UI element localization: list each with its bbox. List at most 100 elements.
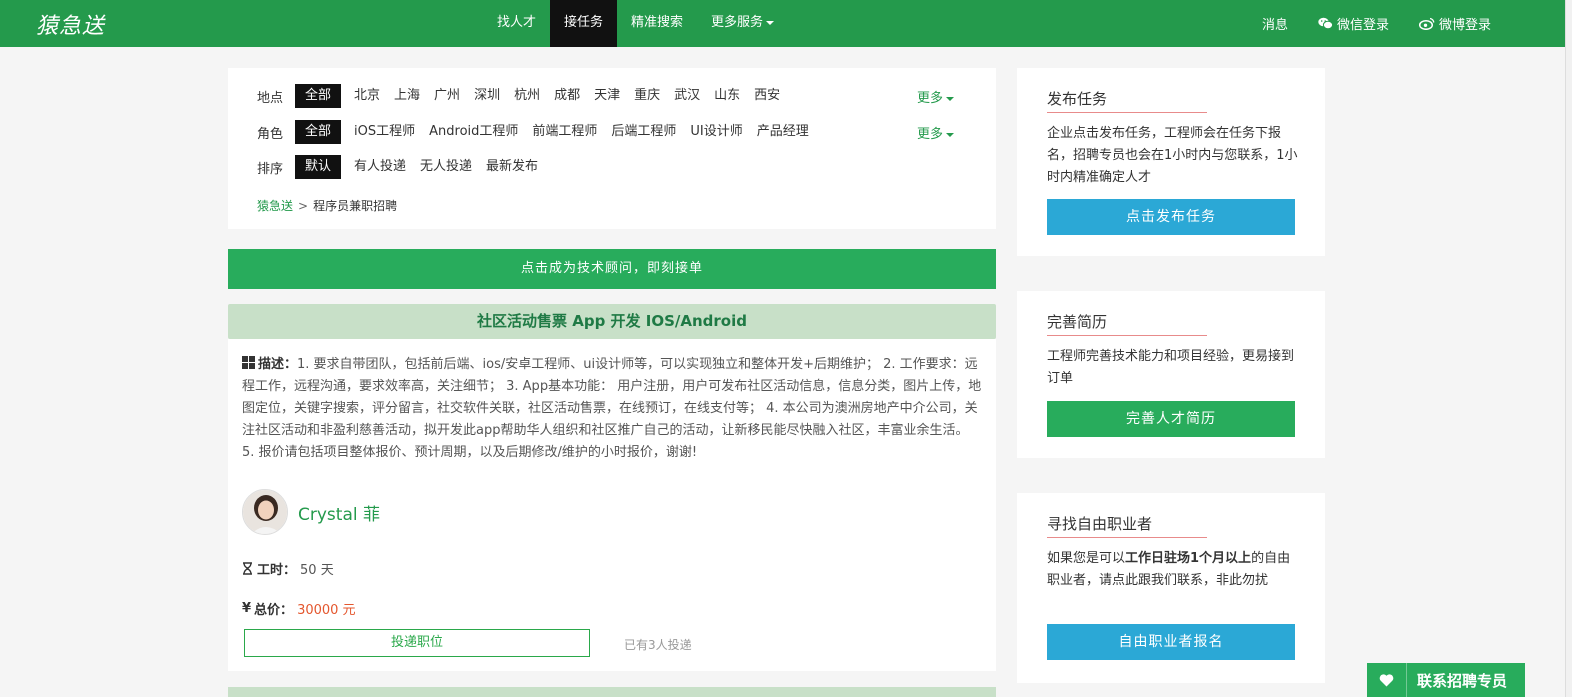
- wechat-login-link[interactable]: 微信登录: [1318, 14, 1389, 33]
- header-right-links: 消息 微信登录 微博登录: [1262, 0, 1491, 47]
- publish-task-title: 发布任务: [1047, 90, 1108, 108]
- role-more-label: 更多: [917, 127, 944, 142]
- freelancer-title: 寻找自由职业者: [1047, 515, 1153, 533]
- freelancer-text-pre: 如果您是可以: [1047, 551, 1126, 566]
- caret-down-icon: [766, 20, 775, 25]
- duration-value: 50 天: [300, 563, 334, 578]
- wechat-login-label: 微信登录: [1336, 18, 1389, 33]
- price-value: 30000 元: [297, 603, 356, 618]
- heart-icon: [1367, 663, 1407, 697]
- avatar[interactable]: [242, 489, 288, 535]
- wechat-icon: [1318, 17, 1333, 30]
- next-job-title-bar: [228, 687, 996, 697]
- price-label: 总价：: [254, 603, 294, 618]
- nav-find-talent[interactable]: 找人才: [483, 0, 550, 47]
- location-option[interactable]: 深圳: [467, 84, 507, 108]
- job-description: 描述：1. 要求自带团队，包括前后端、ios/安卓工程师、ui设计师等，可以实现…: [242, 354, 982, 464]
- location-option[interactable]: 广州: [427, 84, 467, 108]
- sort-option[interactable]: 有人投递: [347, 155, 413, 179]
- breadcrumb-current: 程序员兼职招聘: [313, 199, 398, 213]
- nav-more-services[interactable]: 更多服务: [697, 0, 788, 47]
- filter-row-location: 地点 全部 北京 上海 广州 深圳 杭州 成都 天津 重庆 武汉 山东 西安: [257, 84, 787, 108]
- applicant-count: 已有3人投递: [624, 638, 692, 652]
- filter-label-role: 角色: [257, 126, 284, 142]
- breadcrumb: 猿急送 > 程序员兼职招聘: [257, 197, 397, 214]
- location-option[interactable]: 山东: [707, 84, 747, 108]
- publish-task-button[interactable]: 点击发布任务: [1047, 199, 1295, 235]
- publish-task-card: 发布任务 企业点击发布任务，工程师会在任务下报名，招聘专员也会在1小时内与您联系…: [1017, 68, 1325, 256]
- caret-down-icon: [946, 96, 955, 101]
- role-option[interactable]: 前端工程师: [525, 120, 604, 144]
- filter-panel: 地点 全部 北京 上海 广州 深圳 杭州 成都 天津 重庆 武汉 山东 西安 更…: [228, 68, 996, 229]
- contact-recruiter-label: 联系招聘专员: [1417, 671, 1508, 690]
- poster-name[interactable]: Crystal 菲: [298, 500, 380, 525]
- location-option[interactable]: 重庆: [627, 84, 667, 108]
- role-option[interactable]: Android工程师: [422, 120, 525, 144]
- breadcrumb-home-link[interactable]: 猿急送: [257, 199, 293, 213]
- role-option[interactable]: iOS工程师: [347, 120, 422, 144]
- weibo-icon: [1418, 17, 1435, 30]
- yen-icon: ¥: [242, 601, 252, 616]
- role-option[interactable]: 全部: [295, 120, 342, 144]
- complete-resume-card: 完善简历 工程师完善技术能力和项目经验，更易接到订单 完善人才简历: [1017, 291, 1325, 458]
- location-option[interactable]: 全部: [295, 84, 342, 108]
- description-label: 描述：: [258, 357, 298, 372]
- sort-option[interactable]: 最新发布: [479, 155, 545, 179]
- freelancer-card: 寻找自由职业者 如果您是可以工作日驻场1个月以上的自由职业者，请点此跟我们联系，…: [1017, 493, 1325, 683]
- location-more-dropdown[interactable]: 更多: [917, 87, 955, 106]
- hourglass-icon: [243, 562, 252, 575]
- description-text: 1. 要求自带团队，包括前后端、ios/安卓工程师、ui设计师等，可以实现独立和…: [242, 357, 982, 460]
- job-poster[interactable]: Crystal 菲: [242, 489, 380, 535]
- job-card: 描述：1. 要求自带团队，包括前后端、ios/安卓工程师、ui设计师等，可以实现…: [228, 339, 996, 671]
- location-option[interactable]: 杭州: [507, 84, 547, 108]
- apply-job-button[interactable]: 投递职位: [244, 629, 590, 657]
- become-consultant-banner[interactable]: 点击成为技术顾问，即刻接单: [228, 249, 996, 289]
- location-option[interactable]: 天津: [587, 84, 627, 108]
- weibo-login-label: 微博登录: [1438, 18, 1491, 33]
- location-option[interactable]: 成都: [547, 84, 587, 108]
- complete-resume-button[interactable]: 完善人才简历: [1047, 401, 1295, 437]
- role-option[interactable]: 后端工程师: [604, 120, 683, 144]
- main-nav: 找人才 接任务 精准搜索 更多服务: [483, 0, 788, 47]
- title-underline: [1047, 537, 1207, 538]
- title-underline: [1047, 112, 1207, 113]
- top-navbar: 猿急送 找人才 接任务 精准搜索 更多服务 消息 微信登录 微博登录: [0, 0, 1565, 47]
- caret-down-icon: [946, 132, 955, 137]
- job-duration: 工时： 50 天: [242, 559, 334, 578]
- messages-label: 消息: [1261, 18, 1288, 33]
- role-option[interactable]: UI设计师: [683, 120, 749, 144]
- freelancer-text-bold: 工作日驻场1个月以上: [1125, 551, 1252, 566]
- duration-label: 工时：: [257, 563, 297, 578]
- publish-task-text: 企业点击发布任务，工程师会在任务下报名，招聘专员也会在1小时内与您联系，1小时内…: [1047, 126, 1298, 185]
- freelancer-signup-button[interactable]: 自由职业者报名: [1047, 624, 1295, 660]
- messages-link[interactable]: 消息: [1262, 14, 1288, 33]
- sort-option[interactable]: 无人投递: [413, 155, 479, 179]
- filter-row-sort: 排序 默认 有人投递 无人投递 最新发布: [257, 155, 545, 179]
- filter-label-location: 地点: [257, 90, 284, 106]
- nav-more-services-label: 更多服务: [711, 15, 764, 30]
- nav-take-task[interactable]: 接任务: [550, 0, 618, 47]
- grid-icon: [242, 356, 255, 369]
- freelancer-text: 如果您是可以工作日驻场1个月以上的自由职业者，请点此跟我们联系，非此勿扰: [1047, 548, 1299, 592]
- nav-precise-search[interactable]: 精准搜索: [617, 0, 697, 47]
- location-option[interactable]: 北京: [347, 84, 387, 108]
- filter-row-role: 角色 全部 iOS工程师 Android工程师 前端工程师 后端工程师 UI设计…: [257, 120, 816, 144]
- location-option[interactable]: 西安: [747, 84, 787, 108]
- location-option[interactable]: 武汉: [667, 84, 707, 108]
- complete-resume-text: 工程师完善技术能力和项目经验，更易接到订单: [1047, 349, 1295, 386]
- weibo-login-link[interactable]: 微博登录: [1418, 14, 1491, 33]
- role-option[interactable]: 产品经理: [750, 120, 816, 144]
- avatar-image: [243, 490, 287, 534]
- page-scrollbar[interactable]: [1565, 0, 1572, 697]
- sort-option[interactable]: 默认: [295, 155, 342, 179]
- site-logo[interactable]: 猿急送: [36, 8, 105, 40]
- contact-recruiter-button[interactable]: 联系招聘专员: [1367, 663, 1525, 697]
- location-more-label: 更多: [917, 91, 944, 106]
- job-price: ¥ 总价： 30000 元: [242, 599, 356, 618]
- title-underline: [1047, 335, 1207, 336]
- job-title[interactable]: 社区活动售票 App 开发 IOS/Android: [228, 304, 996, 339]
- breadcrumb-separator: >: [298, 199, 309, 213]
- location-option[interactable]: 上海: [387, 84, 427, 108]
- filter-label-sort: 排序: [257, 161, 284, 177]
- role-more-dropdown[interactable]: 更多: [917, 123, 955, 142]
